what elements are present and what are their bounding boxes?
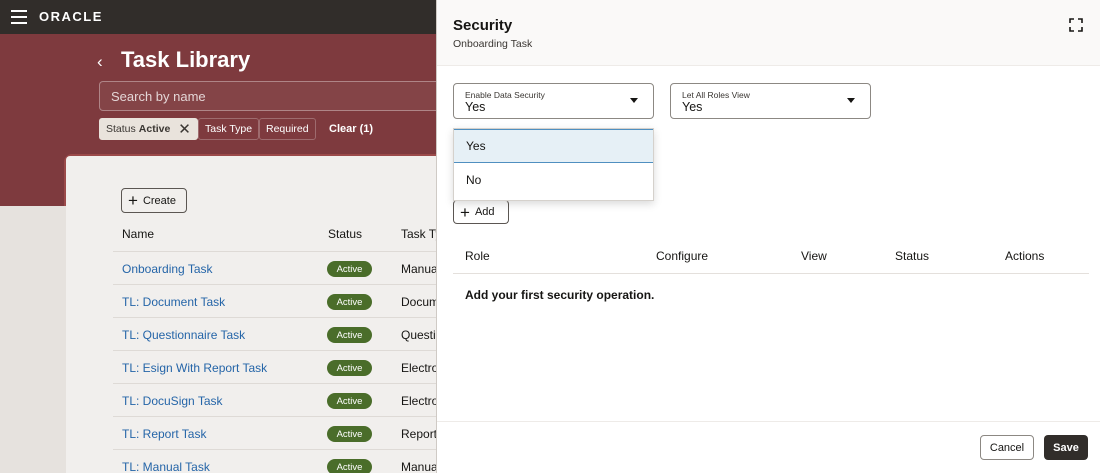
- filter-chip-task-type[interactable]: Task Type: [198, 118, 260, 140]
- create-button[interactable]: + Create: [121, 188, 187, 213]
- field-value: Yes: [465, 100, 486, 114]
- plus-icon: +: [128, 191, 138, 210]
- field-label: Let All Roles View: [682, 90, 750, 100]
- task-name-link[interactable]: TL: DocuSign Task: [122, 394, 223, 408]
- column-header-name[interactable]: Name: [122, 227, 154, 241]
- task-name-link[interactable]: TL: Questionnaire Task: [122, 328, 245, 342]
- task-name-link[interactable]: TL: Document Task: [122, 295, 225, 309]
- security-drawer: Security Onboarding Task Enable Data Sec…: [436, 0, 1100, 473]
- status-badge: Active: [327, 261, 372, 277]
- search-field[interactable]: [99, 81, 459, 111]
- column-header-status[interactable]: Status: [328, 227, 362, 241]
- status-badge: Active: [327, 393, 372, 409]
- filter-chip-required[interactable]: Required: [259, 118, 316, 140]
- dropdown-caret-icon: [847, 98, 855, 103]
- drawer-subtitle: Onboarding Task: [453, 38, 533, 50]
- create-button-label: Create: [142, 194, 176, 207]
- table-header-divider: [453, 273, 1089, 274]
- status-badge: Active: [327, 459, 372, 473]
- row-divider: [113, 449, 443, 450]
- task-type-cell: Electro: [401, 361, 439, 375]
- column-header-configure: Configure: [656, 249, 709, 263]
- add-button-label: Add: [474, 206, 495, 218]
- task-type-cell: Manua: [401, 460, 438, 473]
- field-label: Enable Data Security: [465, 90, 545, 100]
- status-badge: Active: [327, 426, 372, 442]
- enable-data-security-options: Yes No: [453, 128, 654, 201]
- task-type-cell: Report: [401, 427, 438, 441]
- row-divider: [113, 317, 443, 318]
- drawer-title: Security: [453, 17, 513, 34]
- filter-chip-status[interactable]: Status Active ✕: [99, 118, 198, 140]
- column-header-role: Role: [465, 249, 490, 263]
- enable-data-security-select[interactable]: Enable Data Security Yes: [453, 83, 654, 119]
- row-divider: [113, 251, 443, 252]
- add-button[interactable]: + Add: [453, 200, 509, 224]
- filter-chip-label: Status: [106, 123, 136, 135]
- status-badge: Active: [327, 294, 372, 310]
- status-badge: Active: [327, 360, 372, 376]
- field-value: Yes: [682, 100, 703, 114]
- task-type-cell: Docum: [401, 295, 440, 309]
- dropdown-option-no[interactable]: No: [454, 163, 653, 197]
- dropdown-option-yes[interactable]: Yes: [454, 129, 653, 163]
- let-all-roles-view-select[interactable]: Let All Roles View Yes: [670, 83, 871, 119]
- column-header-status: Status: [895, 249, 930, 263]
- plus-icon: +: [460, 202, 470, 222]
- task-name-link[interactable]: TL: Report Task: [122, 427, 206, 441]
- empty-state-message: Add your first security operation.: [465, 288, 655, 302]
- task-type-cell: Electro: [401, 394, 439, 408]
- hamburger-menu-icon[interactable]: [11, 10, 27, 24]
- dropdown-caret-icon: [630, 98, 638, 103]
- task-type-cell: Manua: [401, 262, 438, 276]
- search-input[interactable]: [100, 82, 458, 110]
- oracle-logo: ORACLE: [39, 9, 103, 24]
- task-name-link[interactable]: TL: Manual Task: [122, 460, 210, 473]
- drawer-header: Security Onboarding Task: [437, 0, 1100, 66]
- clear-filters-link[interactable]: Clear (1): [329, 123, 373, 135]
- row-divider: [113, 416, 443, 417]
- row-divider: [113, 350, 443, 351]
- filter-chip-value: Active: [138, 123, 171, 135]
- row-divider: [113, 383, 443, 384]
- remove-filter-icon[interactable]: ✕: [178, 122, 191, 137]
- task-name-link[interactable]: TL: Esign With Report Task: [122, 361, 267, 375]
- row-divider: [113, 284, 443, 285]
- back-chevron-icon[interactable]: ‹: [97, 52, 103, 72]
- column-header-view: View: [801, 249, 827, 263]
- task-name-link[interactable]: Onboarding Task: [122, 262, 213, 276]
- column-header-actions: Actions: [1005, 249, 1045, 263]
- page-title: Task Library: [121, 47, 251, 72]
- status-badge: Active: [327, 327, 372, 343]
- save-button[interactable]: Save: [1044, 435, 1088, 460]
- expand-icon[interactable]: [1069, 18, 1083, 32]
- footer-divider: [437, 421, 1100, 422]
- cancel-button[interactable]: Cancel: [980, 435, 1034, 460]
